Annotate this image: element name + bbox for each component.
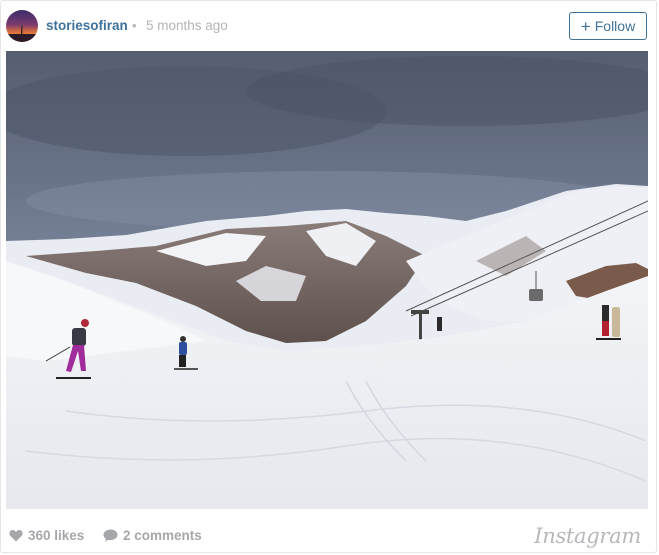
comments-label: 2 comments: [123, 528, 202, 543]
avatar[interactable]: [6, 10, 38, 42]
avatar-image: [6, 10, 38, 42]
separator-dot: •: [132, 18, 137, 33]
username-link[interactable]: storiesofiran: [46, 18, 128, 33]
instagram-embed: storiesofiran • 5 months ago + Follow 36…: [0, 0, 657, 553]
instagram-logo[interactable]: Instagram: [534, 524, 641, 548]
speech-bubble-icon: [103, 529, 118, 542]
post-photo[interactable]: [6, 51, 648, 509]
post-time[interactable]: 5 months ago: [146, 18, 228, 33]
likes-label: 360 likes: [28, 528, 85, 543]
ski-slope-photo: [6, 51, 648, 509]
plus-icon: +: [580, 16, 591, 36]
post-header: storiesofiran • 5 months ago + Follow: [1, 1, 656, 51]
post-footer: 360 likes 2 comments Instagram: [1, 511, 656, 552]
likes-count[interactable]: 360 likes: [9, 528, 84, 543]
heart-icon: [9, 529, 23, 542]
comments-count[interactable]: 2 comments: [103, 528, 202, 543]
follow-label: Follow: [594, 18, 636, 34]
follow-button[interactable]: + Follow: [569, 12, 647, 40]
